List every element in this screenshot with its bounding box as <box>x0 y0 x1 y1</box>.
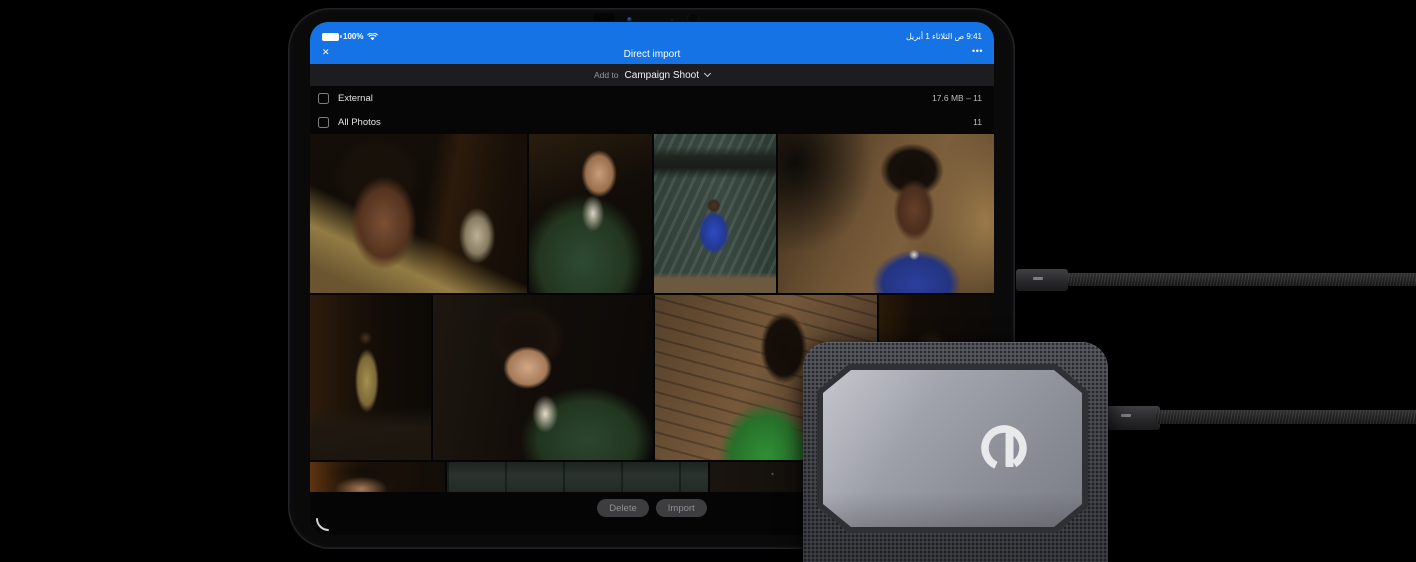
wifi-icon <box>367 32 379 40</box>
source-detail: 11 <box>973 117 982 127</box>
add-to-selector[interactable]: Add to Campaign Shoot <box>310 64 994 86</box>
battery-icon <box>322 32 342 41</box>
drive-metal-plate <box>823 370 1082 527</box>
status-left: 100% <box>322 32 379 41</box>
chevron-down-icon <box>703 69 712 78</box>
photo-thumbnail[interactable] <box>447 462 708 492</box>
screen-corner-glint <box>316 518 329 531</box>
photo-thumbnail[interactable] <box>778 134 994 293</box>
connector-logo-mark <box>1121 414 1131 417</box>
close-icon[interactable]: ✕ <box>322 47 330 58</box>
connector-logo-mark <box>1033 277 1043 280</box>
import-header: ✕ Direct import ••• <box>310 44 994 64</box>
checkbox-external[interactable] <box>318 92 329 104</box>
external-drive <box>803 342 1108 562</box>
grid-row <box>310 134 994 293</box>
more-options-icon[interactable]: ••• <box>972 46 983 56</box>
usb-c-connector <box>1104 406 1160 430</box>
source-label: External <box>338 92 373 104</box>
usb-c-connector <box>1016 269 1068 291</box>
delete-button[interactable]: Delete <box>597 499 649 517</box>
source-detail: 17.6 MB – 11 <box>932 93 982 103</box>
photo-thumbnail[interactable] <box>654 134 776 293</box>
photo-thumbnail[interactable] <box>310 134 527 293</box>
photo-thumbnail[interactable] <box>310 295 431 460</box>
photo-thumbnail[interactable] <box>529 134 652 293</box>
speaker-slot <box>593 13 615 21</box>
status-datetime: 9:41 ص الثلاثاء 1 أبريل <box>905 32 982 41</box>
checkbox-all-photos[interactable] <box>318 116 329 128</box>
source-row-all-photos[interactable]: All Photos 11 <box>310 110 994 134</box>
g-drive-logo-icon <box>981 425 1027 471</box>
scene: 100% 9:41 ص الثلاثاء 1 أبريل ✕ Direct im… <box>0 0 1416 562</box>
import-button[interactable]: Import <box>655 499 707 517</box>
add-to-label: Add to <box>593 70 619 80</box>
source-row-external[interactable]: External 17.6 MB – 11 <box>310 86 994 110</box>
status-bar: 100% 9:41 ص الثلاثاء 1 أبريل <box>310 22 994 44</box>
source-label: All Photos <box>338 116 381 128</box>
photo-thumbnail[interactable] <box>310 462 445 492</box>
page-title: Direct import <box>623 48 681 60</box>
braided-cable <box>1156 410 1416 424</box>
add-to-value: Campaign Shoot <box>624 69 700 81</box>
braided-cable <box>1066 273 1416 286</box>
battery-percent: 100% <box>343 32 364 41</box>
sensor-dot <box>671 19 673 21</box>
photo-thumbnail[interactable] <box>433 295 653 460</box>
